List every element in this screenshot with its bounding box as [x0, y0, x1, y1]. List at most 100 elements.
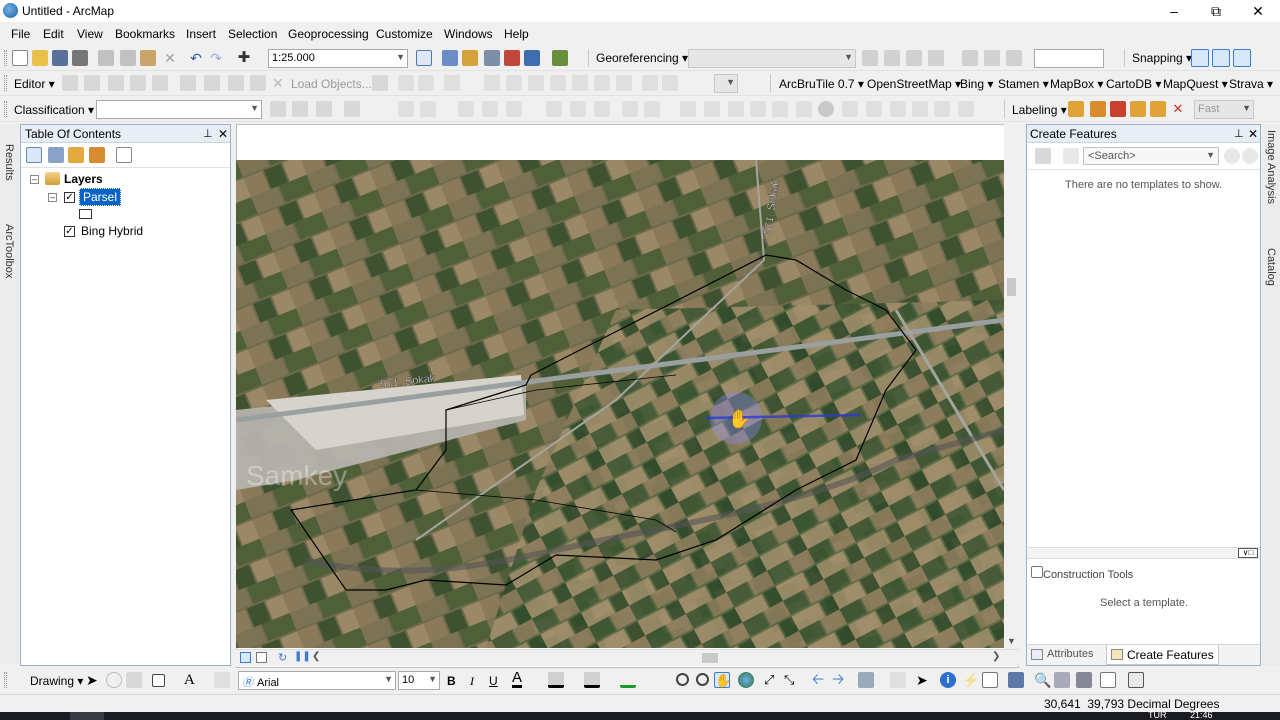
save-icon[interactable]: [52, 50, 68, 66]
zoom-to-selected-icon[interactable]: [126, 672, 142, 688]
arctoolbox-tab[interactable]: ArcToolbox: [3, 224, 15, 278]
shared-features-icon[interactable]: [572, 75, 588, 91]
cogo-icon-22[interactable]: [934, 101, 950, 117]
cogo-icon-17[interactable]: [818, 101, 834, 117]
tab-create-features[interactable]: Create Features: [1106, 645, 1219, 665]
clear-selection-icon[interactable]: [890, 672, 906, 688]
marker-color-icon[interactable]: [620, 672, 636, 688]
parsel-visibility-checkbox[interactable]: ✓: [64, 192, 75, 203]
clear-search-icon[interactable]: [1242, 148, 1258, 164]
search-icon[interactable]: [1224, 148, 1240, 164]
font-combo[interactable]: Ⓡ Arial ▼: [238, 671, 396, 690]
edit-annotation-icon[interactable]: [84, 75, 100, 91]
list-by-source-icon[interactable]: [48, 147, 64, 163]
time-slider-icon[interactable]: [1100, 672, 1116, 688]
georeferencing-menu[interactable]: Georeferencing ▾: [596, 51, 688, 65]
select-features-icon[interactable]: [642, 75, 658, 91]
label-delete-icon[interactable]: ✕: [1170, 101, 1186, 117]
select-elements-icon-2[interactable]: ➤: [916, 672, 932, 688]
new-icon[interactable]: [12, 50, 28, 66]
generalize-icon[interactable]: [616, 75, 632, 91]
toolbar-grip[interactable]: [4, 75, 7, 91]
effects-icon[interactable]: [662, 75, 678, 91]
go-to-xy-icon[interactable]: [1076, 672, 1092, 688]
cogo-icon-11[interactable]: [680, 101, 696, 117]
cogo-icon-19[interactable]: [866, 101, 882, 117]
zoom-in-icon[interactable]: [676, 673, 689, 686]
strava-menu[interactable]: Strava ▾: [1229, 77, 1273, 91]
font-size-combo[interactable]: 10 ▼: [398, 671, 440, 690]
cogo-icon-10[interactable]: [644, 101, 660, 117]
results-tab[interactable]: Results: [3, 144, 15, 181]
cartodb-menu[interactable]: CartoDB ▾: [1106, 77, 1161, 91]
endpoint-arc-icon[interactable]: [130, 75, 146, 91]
template-view-icon[interactable]: [1063, 148, 1079, 164]
cogo-icon-2[interactable]: [420, 101, 436, 117]
cogo-icon-1[interactable]: [398, 101, 414, 117]
toolbar-grip[interactable]: [4, 101, 7, 117]
class-icon-3[interactable]: [316, 101, 332, 117]
bing-menu[interactable]: Bing ▾: [960, 77, 993, 91]
view-unplaced-icon[interactable]: [1150, 101, 1166, 117]
find-icon[interactable]: 🔍: [1034, 672, 1051, 688]
forward-extent-icon[interactable]: 🡢: [832, 672, 848, 688]
collapse-parsel-icon[interactable]: –: [48, 193, 57, 202]
search-window-icon[interactable]: [484, 50, 500, 66]
cogo-icon-4[interactable]: [482, 101, 498, 117]
italic-button[interactable]: I: [470, 674, 474, 689]
cogo-icon-5[interactable]: [506, 101, 522, 117]
select-elements-icon[interactable]: ➤: [86, 672, 102, 688]
find-route-icon[interactable]: [1054, 672, 1070, 688]
list-by-drawing-order-icon[interactable]: [26, 147, 42, 163]
edit-vertices-icon[interactable]: [214, 672, 230, 688]
viewer-window-icon[interactable]: [1128, 672, 1144, 688]
fill-color-icon[interactable]: [548, 672, 564, 688]
fixed-zoom-out-icon[interactable]: ⤡: [784, 672, 800, 688]
scroll-right-icon[interactable]: ❯: [992, 651, 1000, 662]
undo-icon[interactable]: ↶: [188, 50, 204, 66]
help-icon[interactable]: [372, 75, 388, 91]
vertex-snapping-icon[interactable]: [1233, 49, 1251, 67]
menu-bookmarks[interactable]: Bookmarks: [115, 27, 175, 41]
lock-labels-icon[interactable]: [1110, 101, 1126, 117]
copy-icon[interactable]: [120, 50, 136, 66]
map-horizontal-scrollbar[interactable]: ↻ ❚❚ ❮ ❯: [236, 649, 1019, 666]
refresh-view-icon[interactable]: ↻: [278, 651, 287, 664]
cogo-icon-23[interactable]: [958, 101, 974, 117]
error-inspector-icon[interactable]: [550, 75, 566, 91]
cogo-icon-18[interactable]: [842, 101, 858, 117]
menu-view[interactable]: View: [77, 27, 103, 41]
new-text-icon[interactable]: A: [184, 672, 195, 689]
template-search-input[interactable]: <Search> ▼: [1083, 147, 1219, 165]
taskbar-active-app[interactable]: [70, 712, 104, 720]
refresh-icon[interactable]: [1006, 50, 1022, 66]
straight-segment-icon[interactable]: [108, 75, 124, 91]
taskbar-time[interactable]: 21:46: [1190, 710, 1213, 720]
rotate-edit-icon[interactable]: ✕: [272, 75, 288, 91]
cogo-icon-15[interactable]: [772, 101, 788, 117]
sketch-tool-icon[interactable]: [484, 75, 500, 91]
label-quality-combo[interactable]: Fast ▼: [1194, 100, 1254, 119]
bold-button[interactable]: B: [447, 674, 456, 688]
toc-window-icon[interactable]: [442, 50, 458, 66]
load-objects-button[interactable]: Load Objects...: [291, 77, 372, 91]
validate-icon[interactable]: [506, 75, 522, 91]
panel-splitter[interactable]: ∨□: [1027, 547, 1260, 559]
menu-insert[interactable]: Insert: [186, 27, 216, 41]
map-view[interactable]: 571. Sokak 571. Sokak Samkey ✋: [236, 160, 1004, 648]
menu-geoprocessing[interactable]: Geoprocessing: [288, 27, 369, 41]
pan-icon[interactable]: ✋: [714, 672, 731, 688]
topology-icon[interactable]: [444, 75, 460, 91]
bing-visibility-checkbox[interactable]: ✓: [64, 226, 75, 237]
hyperlink-icon[interactable]: ⚡: [962, 672, 979, 688]
stamen-menu[interactable]: Stamen ▾: [998, 77, 1049, 91]
cogo-icon-14[interactable]: [750, 101, 766, 117]
toc-options-icon[interactable]: [116, 147, 132, 163]
drawing-menu[interactable]: Drawing ▾: [30, 674, 83, 688]
cogo-icon-9[interactable]: [622, 101, 638, 117]
layer-bing-hybrid-label[interactable]: Bing Hybrid: [81, 224, 143, 238]
font-color-icon[interactable]: A: [512, 670, 523, 688]
minimize-button[interactable]: –: [1152, 0, 1196, 22]
map-canvas[interactable]: 571. Sokak 571. Sokak Samkey ✋: [236, 160, 1004, 648]
parsel-symbol[interactable]: [79, 209, 92, 219]
